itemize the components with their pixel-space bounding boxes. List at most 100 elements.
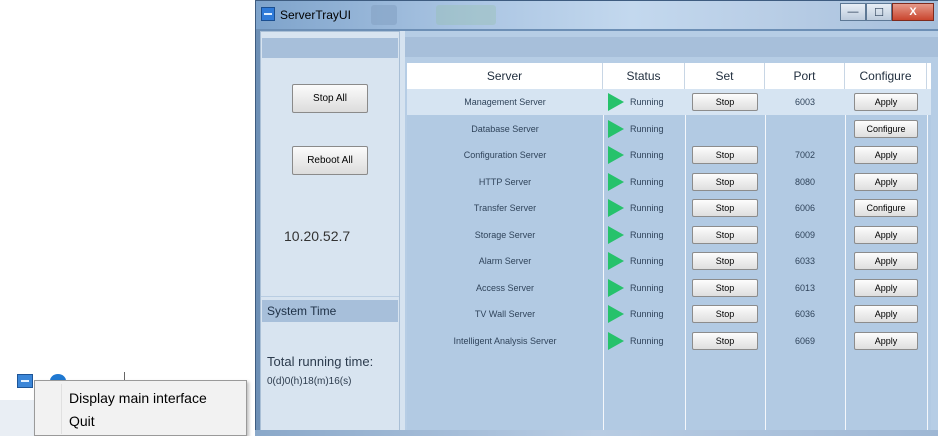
stop-server-button[interactable]: Stop xyxy=(692,93,758,111)
port-cell: 6003 xyxy=(794,97,816,107)
server-name: Intelligent Analysis Server xyxy=(453,335,557,346)
table-row[interactable]: Alarm Server Running Stop 6033 Apply xyxy=(407,248,931,274)
maximize-button[interactable]: ☐ xyxy=(866,3,892,21)
close-button[interactable]: X xyxy=(892,3,934,21)
apply-button[interactable]: Apply xyxy=(854,172,918,191)
system-time-header: System Time xyxy=(262,300,398,322)
status-cell: Running xyxy=(603,116,685,142)
panel-divider xyxy=(261,296,399,297)
port-cell: 7002 xyxy=(794,150,816,160)
column-header-server: Server xyxy=(407,63,603,89)
column-header-status: Status xyxy=(603,63,685,89)
running-play-icon xyxy=(608,305,624,323)
stop-server-button[interactable]: Stop xyxy=(692,278,758,297)
configure-cell: Configure xyxy=(845,195,927,221)
stop-server-button[interactable]: Stop xyxy=(692,199,758,217)
column-header-configure: Configure xyxy=(845,63,927,89)
table-row[interactable]: HTTP Server Running Stop 8080 Apply xyxy=(407,169,931,195)
port-cell: 8080 xyxy=(794,176,816,187)
status-text: Running xyxy=(630,203,664,213)
table-row[interactable]: Access Server Running Stop 6013 Apply xyxy=(407,275,931,301)
set-cell: Stop xyxy=(685,89,765,115)
port-cell: 6006 xyxy=(794,203,816,213)
servertray-tray-icon[interactable] xyxy=(17,374,33,388)
set-cell: Stop xyxy=(685,142,765,168)
taskbar-area xyxy=(0,400,34,436)
stop-all-button[interactable]: Stop All xyxy=(292,84,368,113)
table-row[interactable]: Database Server Running Configure xyxy=(407,116,931,142)
stop-server-button[interactable]: Stop xyxy=(692,305,758,323)
apply-button[interactable]: Apply xyxy=(854,331,918,350)
status-cell: Running xyxy=(603,89,685,115)
table-row[interactable]: Management Server Running Stop 6003 Apply xyxy=(407,89,931,115)
configure-cell: Apply xyxy=(845,169,927,195)
port-cell: 6069 xyxy=(794,335,816,346)
status-cell: Running xyxy=(603,195,685,221)
status-cell: Running xyxy=(603,301,685,327)
right-panel-header xyxy=(405,37,938,57)
table-row[interactable]: Configuration Server Running Stop 7002 Apply xyxy=(407,142,931,168)
set-cell: Stop xyxy=(685,301,765,327)
reboot-all-button[interactable]: Reboot All xyxy=(292,146,368,175)
status-text: Running xyxy=(630,123,664,134)
running-play-icon xyxy=(608,93,624,111)
server-name: Database Server xyxy=(471,123,539,134)
set-cell: Stop xyxy=(685,248,765,274)
stop-server-button[interactable]: Stop xyxy=(692,172,758,191)
apply-button[interactable]: Apply xyxy=(854,93,918,111)
running-play-icon xyxy=(608,172,624,191)
set-cell: Stop xyxy=(685,222,765,248)
status-cell: Running xyxy=(603,248,685,274)
status-cell: Running xyxy=(603,169,685,195)
status-text: Running xyxy=(630,176,664,187)
set-cell xyxy=(685,116,765,142)
table-row[interactable]: TV Wall Server Running Stop 6036 Apply xyxy=(407,301,931,327)
window-bottom-edge xyxy=(255,430,938,436)
configure-cell: Apply xyxy=(845,248,927,274)
title-bar[interactable]: ServerTrayUI — ☐ X xyxy=(256,1,938,29)
left-panel-header xyxy=(262,38,398,58)
caption-buttons: — ☐ X xyxy=(840,3,934,21)
stop-server-button[interactable]: Stop xyxy=(692,146,758,164)
app-icon xyxy=(261,7,275,21)
apply-button[interactable]: Apply xyxy=(854,225,918,244)
stop-server-button[interactable]: Stop xyxy=(692,252,758,270)
configure-button[interactable]: Configure xyxy=(854,119,918,138)
menu-item-quit[interactable]: Quit xyxy=(35,410,246,432)
running-play-icon xyxy=(608,119,624,138)
server-name: Transfer Server xyxy=(473,203,537,213)
configure-cell: Apply xyxy=(845,301,927,327)
tray-context-menu: Display main interface Quit xyxy=(34,380,247,436)
server-name: Alarm Server xyxy=(478,256,532,266)
table-row[interactable]: Intelligent Analysis Server Running Stop 60… xyxy=(407,328,931,354)
right-panel: Server Status Set Port Configure Managem… xyxy=(405,31,938,433)
running-play-icon xyxy=(608,331,624,350)
stop-server-button[interactable]: Stop xyxy=(692,331,758,350)
apply-button[interactable]: Apply xyxy=(854,252,918,270)
apply-button[interactable]: Apply xyxy=(854,305,918,323)
table-row[interactable]: Transfer Server Running Stop 6006 Configure xyxy=(407,195,931,221)
client-area: Stop All Reboot All 10.20.52.7 System Ti… xyxy=(260,31,938,435)
configure-button[interactable]: Configure xyxy=(854,199,918,217)
status-cell: Running xyxy=(603,222,685,248)
status-text: Running xyxy=(630,97,664,107)
port-cell: 6036 xyxy=(794,309,816,319)
set-cell: Stop xyxy=(685,328,765,354)
set-cell: Stop xyxy=(685,195,765,221)
apply-button[interactable]: Apply xyxy=(854,278,918,297)
status-cell: Running xyxy=(603,275,685,301)
apply-button[interactable]: Apply xyxy=(854,146,918,164)
table-row[interactable]: Storage Server Running Stop 6009 Apply xyxy=(407,222,931,248)
configure-cell: Apply xyxy=(845,89,927,115)
port-cell xyxy=(765,116,845,142)
running-play-icon xyxy=(608,278,624,297)
status-text: Running xyxy=(630,150,664,160)
minimize-button[interactable]: — xyxy=(840,3,866,21)
stop-server-button[interactable]: Stop xyxy=(692,225,758,244)
server-name: Configuration Server xyxy=(463,150,547,160)
menu-item-display-main-interface[interactable]: Display main interface xyxy=(35,387,246,409)
port-cell: 6013 xyxy=(794,282,816,293)
titlebar-overlay-2 xyxy=(436,5,496,25)
status-text: Running xyxy=(630,256,664,266)
running-play-icon xyxy=(608,146,624,164)
